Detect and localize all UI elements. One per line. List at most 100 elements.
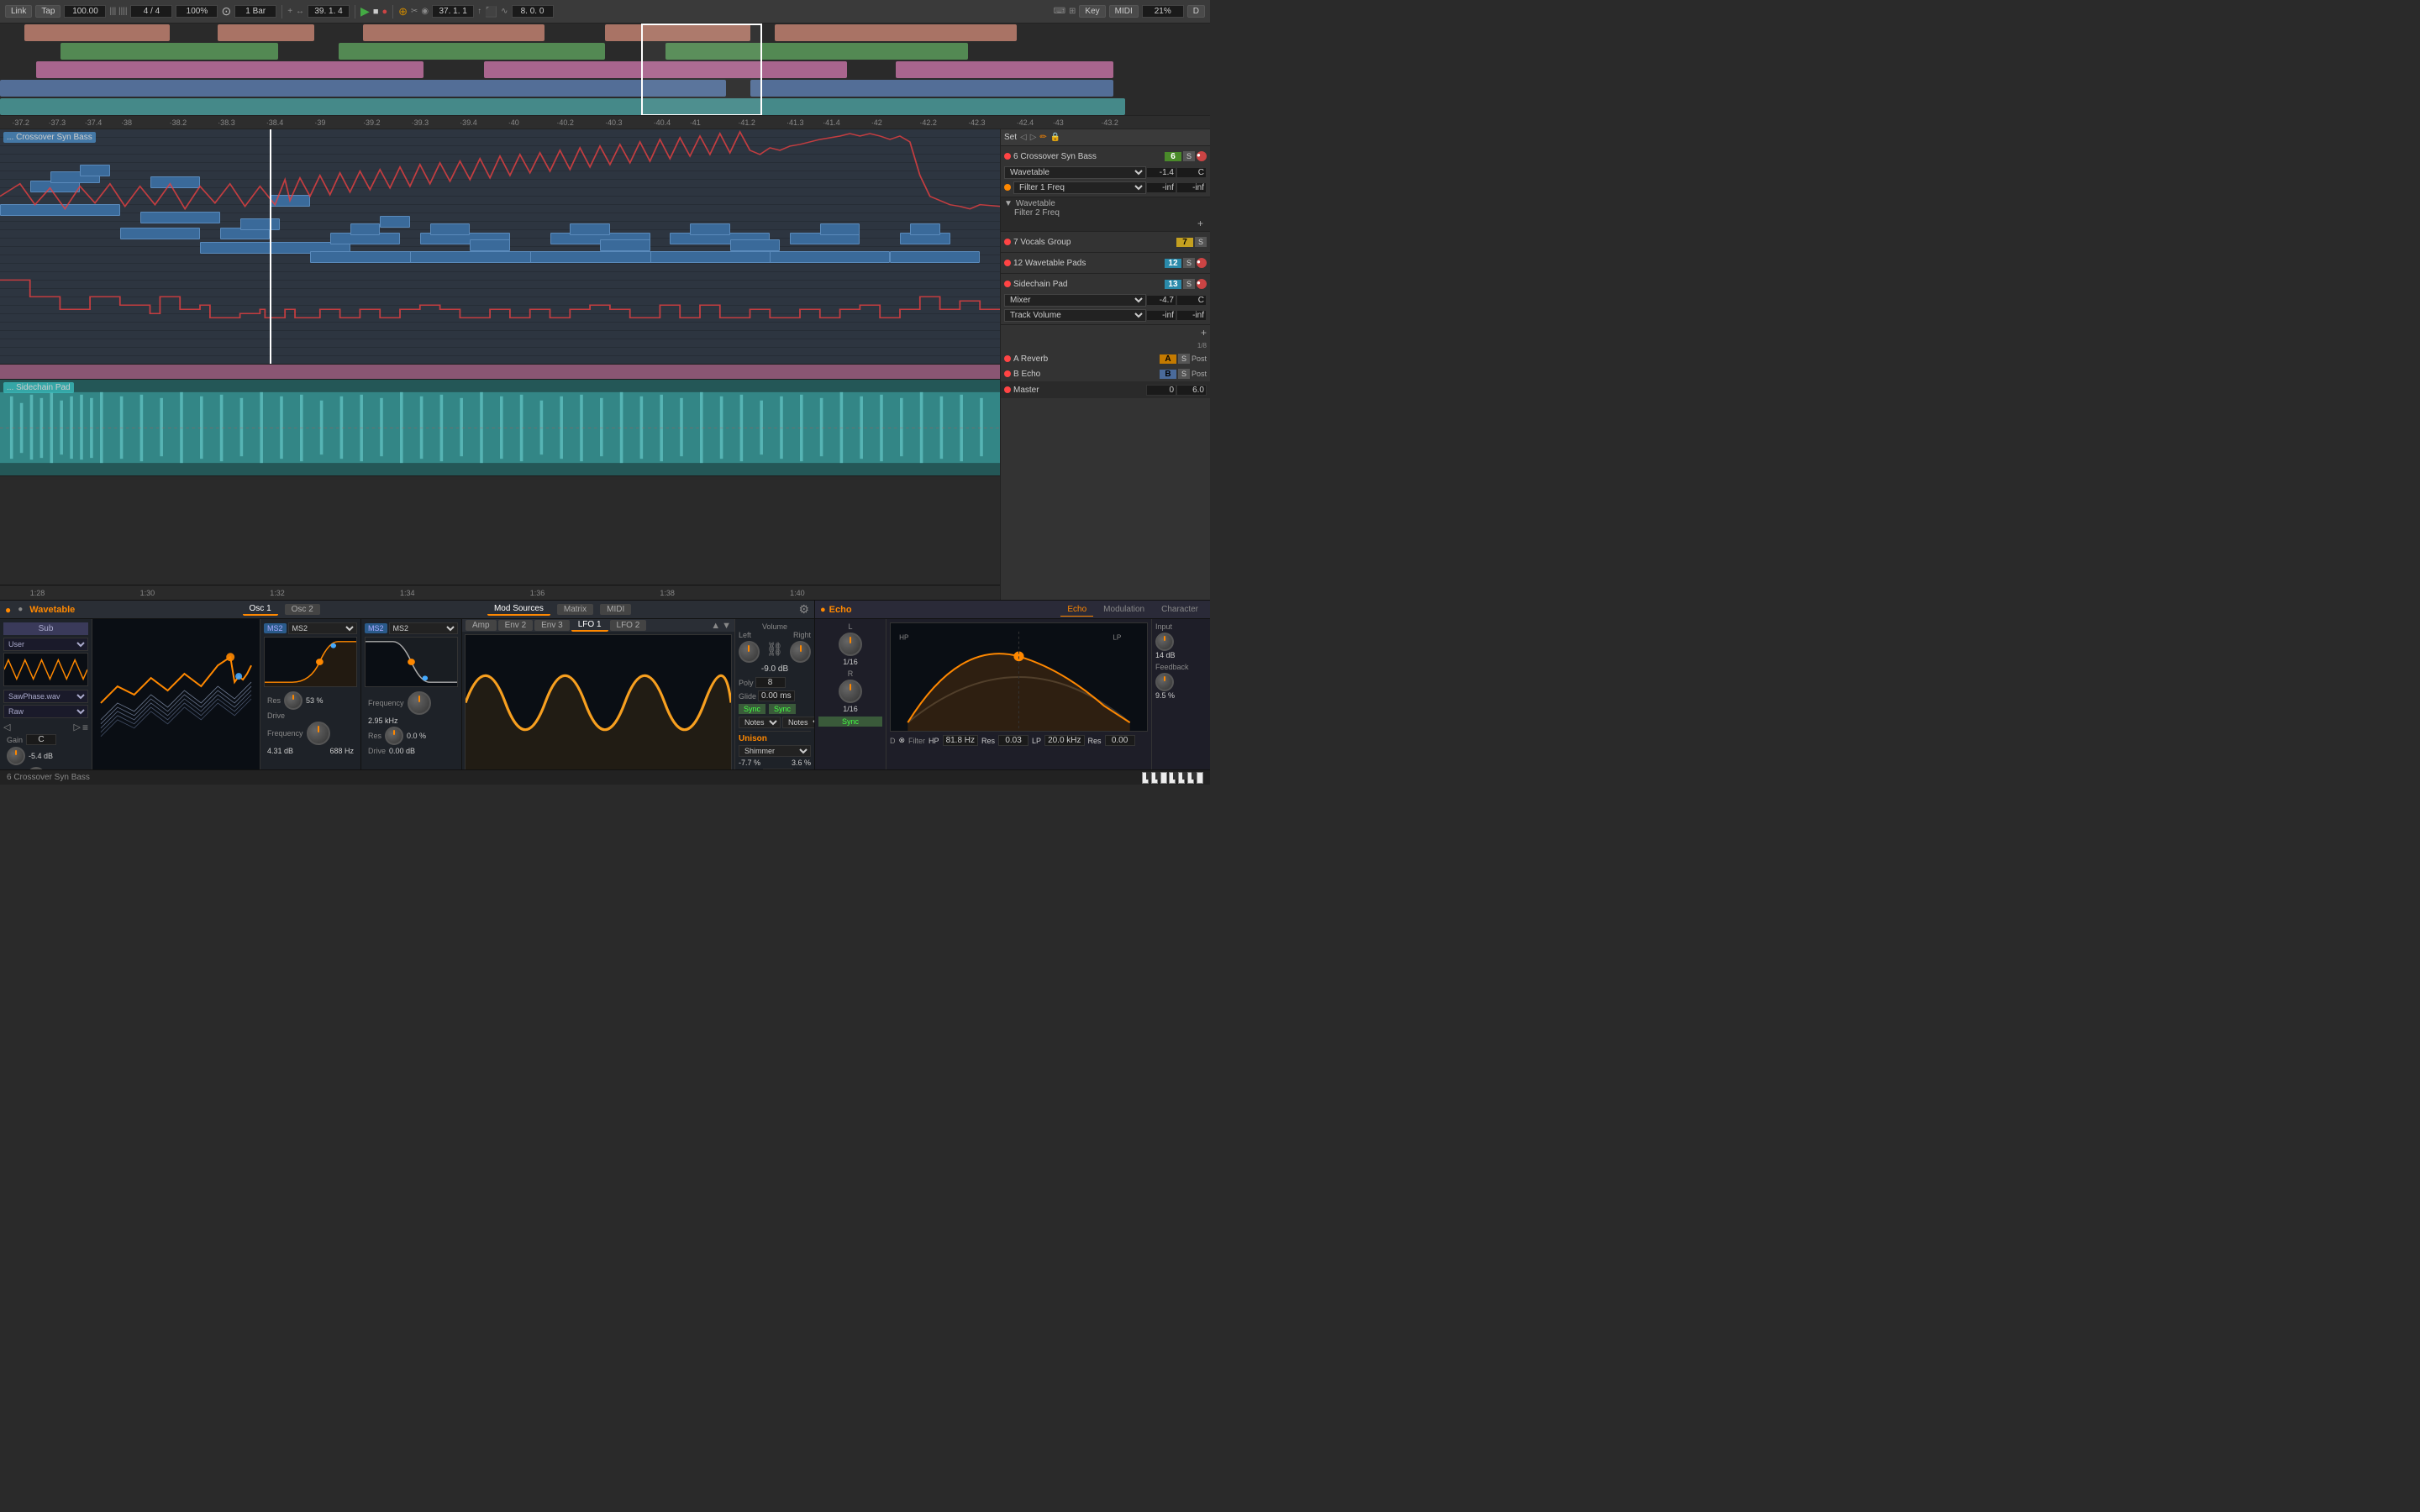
echo-tab-char[interactable]: Character [1155,603,1205,616]
vocals-s-btn[interactable]: S [1195,237,1207,247]
echo-tab-mod[interactable]: Modulation [1097,603,1151,616]
device-wavetable-select[interactable]: Wavetable [1004,166,1146,179]
lfo1-tab[interactable]: LFO 1 [571,619,608,632]
crossover-s-btn[interactable]: S [1183,151,1195,161]
piano-black-1[interactable] [1146,772,1151,780]
gain-knob[interactable] [7,747,25,765]
quantize-display[interactable]: 1 Bar [234,5,276,18]
device-val1a[interactable]: -1.4 [1146,167,1176,178]
track-vol-a[interactable]: -inf [1146,310,1176,321]
mixer-val-b[interactable]: C [1176,295,1207,306]
crossover-r-btn[interactable]: ● [1197,151,1207,161]
track-vol-select[interactable]: Track Volume [1004,309,1146,322]
echo-power-btn[interactable]: ● [820,605,826,615]
sync-btn2[interactable]: Sync [769,704,796,714]
piano-key-3[interactable] [1160,772,1167,784]
piano-black-4[interactable] [1182,772,1187,780]
piano-black-2[interactable] [1155,772,1160,780]
rp-forward-icon[interactable]: ▷ [1030,133,1037,142]
wt-osc1-tab[interactable]: Osc 1 [243,603,278,616]
loop-end-display[interactable]: 37. 1. 1 [432,5,474,18]
piano-black-3[interactable] [1173,772,1178,780]
mode-select[interactable]: Raw [3,705,88,718]
poly-val[interactable]: 8 [755,677,786,688]
unison-mode-select[interactable]: Shimmer [739,745,811,757]
reverb-s-btn[interactable]: S [1178,354,1190,364]
mixer-val-a[interactable]: -4.7 [1146,295,1176,306]
filter1-val-b[interactable]: -inf [1176,182,1207,193]
bpm-display[interactable]: 100.00 [64,5,106,18]
echo-tab-echo[interactable]: Echo [1060,603,1093,617]
echo-res2-val[interactable]: 0.00 [1105,735,1135,746]
amp-tab[interactable]: Amp [466,620,497,631]
filter1-res-knob[interactable] [284,691,302,710]
play-button[interactable]: ▶ [360,4,370,18]
filter2-type-select[interactable]: MS2 [389,622,458,634]
stop-button[interactable]: ■ [373,7,379,17]
filter1-freq-knob[interactable] [307,722,330,745]
rp-lock-icon[interactable]: 🔒 [1050,133,1060,142]
env3-tab[interactable]: Env 3 [534,620,570,631]
add-icon[interactable]: + [1197,218,1203,229]
wt-pads-r-btn[interactable]: ● [1197,258,1207,268]
wt-midi-tab[interactable]: MIDI [600,604,631,615]
lfo2-tab[interactable]: LFO 2 [610,620,647,631]
rp-pencil-icon[interactable]: ✏ [1039,133,1046,142]
add-device-icon[interactable]: + [1201,327,1207,339]
osc1-right-arrow[interactable]: ▷ [74,722,81,733]
wt-matrix-tab[interactable]: Matrix [557,604,593,615]
sidechain-s-btn[interactable]: S [1183,279,1195,289]
notes-select1[interactable]: Notes [739,717,781,728]
tap-button[interactable]: Tap [35,5,60,18]
sidechain-r-btn[interactable]: ● [1197,279,1207,289]
track-vol-b[interactable]: -inf [1176,310,1207,321]
waveform-select[interactable]: SawPhase.wav [3,690,88,703]
master-val2[interactable]: 6.0 [1176,385,1207,396]
glide-val[interactable]: 0.00 ms [758,690,795,701]
key-button[interactable]: Key [1079,5,1105,18]
zoom-display[interactable]: 100% [176,5,218,18]
echo-sync-btn[interactable]: Sync [818,717,882,727]
feedback-knob[interactable] [1155,673,1174,691]
record-button[interactable]: ● [381,7,387,17]
wt-power-btn[interactable]: ● [5,604,11,616]
echo-left-knob[interactable] [839,633,862,656]
env-down-arrow[interactable]: ▼ [722,621,731,631]
preset-select[interactable]: User [3,638,88,651]
gain-center[interactable]: C [26,734,56,745]
rp-plus-btn[interactable]: + [1004,218,1207,229]
time-display[interactable]: 8. 0. 0 [512,5,554,18]
sync-btn1[interactable]: Sync [739,704,765,714]
device-val1b[interactable]: C [1176,167,1207,178]
chain-down-arrow[interactable]: ▼ [1004,199,1013,208]
tone-knob[interactable] [27,767,45,769]
notes-select2[interactable]: Notes [782,717,815,728]
piano-key-7[interactable] [1197,772,1203,784]
filter2-freq-knob[interactable] [408,691,431,715]
wt-pads-s-btn[interactable]: S [1183,258,1195,268]
echo-hp-val[interactable]: 81.8 Hz [943,735,978,746]
osc1-menu-icon[interactable]: ≡ [82,722,88,733]
osc1-left-arrow[interactable]: ◁ [3,722,10,733]
mixer-select[interactable]: Mixer [1004,294,1146,307]
echo-lp-val[interactable]: 20.0 kHz [1044,735,1084,746]
wt-settings-icon[interactable]: ⚙ [798,602,809,617]
filter1-type-select[interactable]: MS2 [288,622,357,634]
env-up-arrow[interactable]: ▲ [711,621,720,631]
echo-s-btn[interactable]: S [1178,369,1190,379]
piano-black-5[interactable] [1192,772,1197,780]
wt-modsrc-tab[interactable]: Mod Sources [487,603,550,616]
filter1-val-a[interactable]: -inf [1146,182,1176,193]
zoom-pct-display[interactable]: 21% [1142,5,1184,18]
master-val1[interactable]: 0 [1146,385,1176,396]
link-button[interactable]: Link [5,5,32,18]
midi-button[interactable]: MIDI [1109,5,1139,18]
echo-res1-val[interactable]: 0.03 [998,735,1028,746]
vol-right-knob[interactable] [790,641,811,663]
rp-back-icon[interactable]: ◁ [1020,133,1027,142]
position-display[interactable]: 39. 1. 4 [308,5,350,18]
echo-right-knob[interactable] [839,680,862,703]
env2-tab[interactable]: Env 2 [498,620,534,631]
filter2-res-knob[interactable] [385,727,403,745]
input-knob[interactable] [1155,633,1174,651]
